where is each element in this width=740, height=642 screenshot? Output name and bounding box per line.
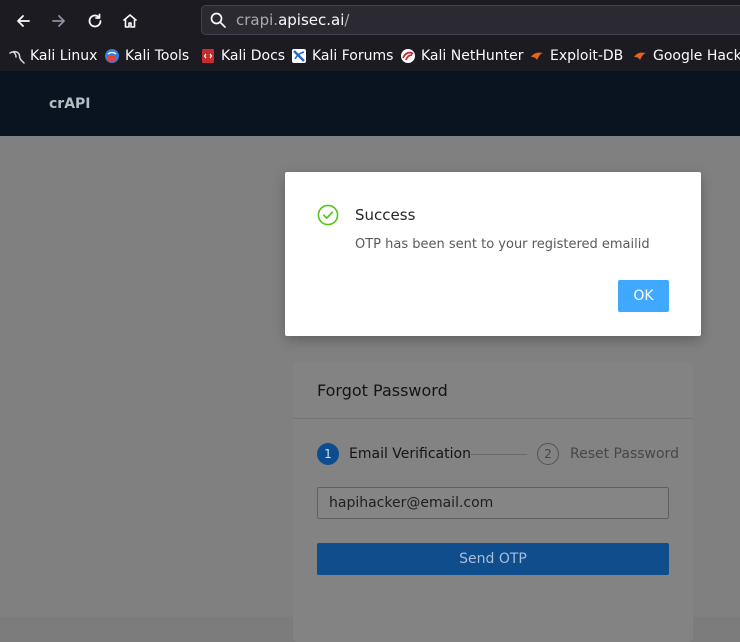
bookmark-kali-linux[interactable]: Kali Linux	[9, 46, 97, 66]
step-1-number: 1	[317, 443, 339, 465]
kali-docs-icon	[202, 49, 214, 63]
bookmark-kali-forums[interactable]: Kali Forums	[291, 46, 393, 66]
send-otp-button[interactable]: Send OTP	[317, 543, 669, 575]
reload-icon	[88, 13, 102, 28]
back-arrow-icon	[17, 15, 30, 27]
back-button[interactable]	[10, 8, 36, 34]
step-1-label: Email Verification	[349, 446, 471, 462]
bookmark-label: Kali Forums	[312, 48, 394, 64]
email-input[interactable]: hapihacker@email.com	[317, 487, 669, 519]
bookmark-kali-nethunter[interactable]: Kali NetHunter	[400, 46, 523, 66]
step-connector	[471, 454, 527, 455]
ghdb-icon	[634, 52, 646, 60]
home-icon	[122, 14, 138, 28]
bookmark-kali-tools[interactable]: Kali Tools	[104, 46, 189, 66]
step-2-number: 2	[537, 443, 559, 465]
forgot-password-card: Forgot Password 1 Email Verification 2 R…	[293, 362, 693, 642]
home-button[interactable]	[117, 8, 143, 34]
forward-button[interactable]	[46, 8, 72, 34]
bookmark-label: Kali NetHunter	[421, 48, 524, 64]
bookmarks-bar: Kali Linux Kali Tools Kali Docs Kali For…	[0, 40, 740, 71]
bookmark-label: Kali Linux	[30, 48, 98, 64]
url-text: crapi.apisec.ai/	[236, 11, 349, 29]
kali-forums-icon	[292, 49, 306, 63]
modal-message: OTP has been sent to your registered ema…	[355, 237, 650, 252]
forward-arrow-icon	[52, 15, 65, 27]
kali-tools-icon	[105, 49, 119, 63]
site-header: crAPI	[0, 71, 740, 136]
bookmark-google-hacking[interactable]: Google Hacki	[632, 46, 740, 66]
bookmark-label: Kali Docs	[221, 48, 286, 64]
bookmark-label: Google Hacki	[653, 48, 740, 64]
kali-nethunter-icon	[401, 49, 415, 63]
kali-dragon-icon	[9, 50, 25, 64]
bookmark-kali-docs[interactable]: Kali Docs	[200, 46, 285, 66]
bookmark-exploit-db[interactable]: Exploit-DB	[529, 46, 623, 66]
bookmark-label: Kali Tools	[125, 48, 190, 64]
success-modal: Success OTP has been sent to your regist…	[285, 172, 701, 336]
modal-title: Success	[355, 206, 416, 224]
exploit-db-icon	[531, 52, 543, 60]
step-2-label: Reset Password	[570, 446, 679, 462]
brand-logo[interactable]: crAPI	[49, 96, 91, 112]
url-host-prefix: crapi.	[236, 11, 279, 29]
check-circle-icon	[317, 204, 339, 226]
card-divider	[293, 418, 693, 419]
card-title: Forgot Password	[317, 381, 448, 400]
reload-button[interactable]	[82, 8, 108, 34]
bookmark-label: Exploit-DB	[550, 48, 624, 64]
browser-toolbar: crapi.apisec.ai/	[0, 0, 740, 40]
url-path: /	[344, 11, 350, 29]
ok-button[interactable]: OK	[618, 280, 669, 312]
url-host-main: apisec.ai	[278, 11, 345, 29]
search-icon	[210, 12, 226, 28]
address-bar[interactable]: crapi.apisec.ai/	[201, 5, 740, 35]
